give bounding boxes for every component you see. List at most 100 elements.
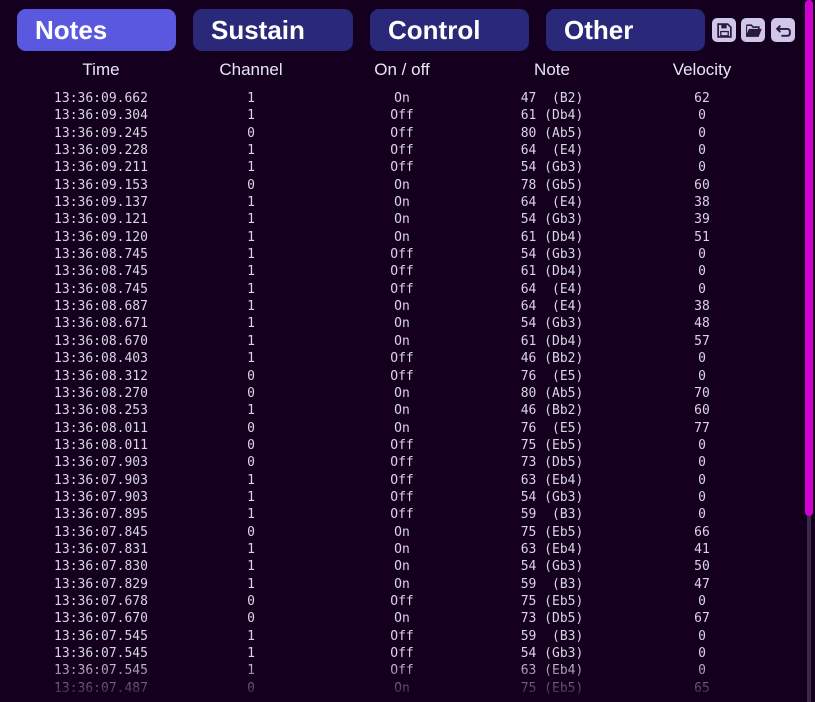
on-off-cell: On <box>394 212 410 228</box>
table-row: 13:36:07.545 1 Off 54 (Gb3) 0 <box>0 645 800 662</box>
velocity-cell: 50 <box>694 559 710 575</box>
note-cell: 54 (Gb3) <box>520 160 584 176</box>
time-cell: 13:36:08.745 <box>54 281 148 297</box>
velocity-cell: 0 <box>698 455 706 471</box>
table-row: 13:36:07.845 0 On 75 (Eb5) 66 <box>0 524 800 541</box>
time-cell: 13:36:08.312 <box>54 368 148 384</box>
on-off-cell: On <box>394 91 410 106</box>
velocity-cell: 70 <box>694 385 710 401</box>
on-off-cell: Off <box>390 108 414 124</box>
channel-cell: 1 <box>247 108 255 124</box>
velocity-cell: 0 <box>698 663 706 679</box>
table-row: 13:36:09.304 1 Off 61 (Db4) 0 <box>0 107 800 124</box>
table-row: 13:36:08.671 1 On 54 (Gb3) 48 <box>0 315 800 332</box>
channel-cell: 1 <box>247 576 255 592</box>
velocity-cell: 66 <box>694 524 710 540</box>
channel-cell: 1 <box>247 212 255 228</box>
table-row: 13:36:07.670 0 On 73 (Db5) 67 <box>0 610 800 627</box>
table-row: 13:36:09.662 1 On 47 (B2) 62 <box>0 90 800 107</box>
table-row: 13:36:09.121 1 On 54 (Gb3) 39 <box>0 211 800 228</box>
tab-sustain[interactable]: Sustain <box>193 9 353 51</box>
note-cell: 64 (E4) <box>520 299 584 315</box>
table-row: 13:36:07.895 1 Off 59 (B3) 0 <box>0 506 800 523</box>
on-off-cell: Off <box>390 507 414 523</box>
table-row: 13:36:08.687 1 On 64 (E4) 38 <box>0 298 800 315</box>
note-cell: 46 (Bb2) <box>520 351 584 367</box>
on-off-cell: Off <box>390 437 414 453</box>
on-off-cell: On <box>394 611 410 627</box>
on-off-cell: Off <box>390 663 414 679</box>
note-cell: 80 (Ab5) <box>520 125 584 141</box>
open-button[interactable] <box>741 18 765 42</box>
time-cell: 13:36:09.137 <box>54 195 148 211</box>
channel-cell: 0 <box>247 593 255 609</box>
on-off-cell: Off <box>390 472 414 488</box>
on-off-cell: On <box>394 385 410 401</box>
note-cell: 61 (Db4) <box>520 264 584 280</box>
velocity-cell: 0 <box>698 143 706 159</box>
on-off-cell: On <box>394 229 410 245</box>
channel-cell: 0 <box>247 680 255 696</box>
note-cell: 54 (Gb3) <box>520 646 584 661</box>
table-row: 13:36:07.678 0 Off 75 (Eb5) 0 <box>0 593 800 610</box>
folder-open-icon <box>745 23 762 37</box>
table-row: 13:36:08.745 1 Off 61 (Db4) 0 <box>0 263 800 280</box>
table-row: 13:36:08.745 1 Off 54 (Gb3) 0 <box>0 246 800 263</box>
velocity-cell: 60 <box>694 403 710 419</box>
on-off-cell: On <box>394 299 410 315</box>
time-cell: 13:36:07.830 <box>54 559 148 575</box>
on-off-cell: Off <box>390 264 414 280</box>
tab-control[interactable]: Control <box>370 9 529 51</box>
velocity-cell: 48 <box>694 316 710 332</box>
velocity-cell: 51 <box>694 229 710 245</box>
note-cell: 61 (Db4) <box>520 108 584 124</box>
midi-event-list[interactable]: 13:36:09.662 1 On 47 (B2) 62 13:36:09.304 1 Off… <box>0 90 800 702</box>
scrollbar-thumb[interactable] <box>805 0 813 516</box>
tab-other[interactable]: Other <box>546 9 705 51</box>
note-cell: 63 (Eb4) <box>520 472 584 488</box>
on-off-cell: On <box>394 316 410 332</box>
on-off-cell: On <box>394 420 410 436</box>
on-off-cell: On <box>394 177 410 193</box>
table-row: 13:36:07.487 0 On 75 (Eb5) 65 <box>0 680 800 697</box>
table-row: 13:36:08.011 0 On 76 (E5) 77 <box>0 420 800 437</box>
channel-cell: 1 <box>247 281 255 297</box>
tab-notes[interactable]: Notes <box>17 9 176 51</box>
time-cell: 13:36:09.304 <box>54 108 148 124</box>
velocity-cell: 0 <box>698 628 706 644</box>
velocity-cell: 0 <box>698 368 706 384</box>
on-off-cell: On <box>394 541 410 557</box>
note-cell: 75 (Eb5) <box>520 680 584 696</box>
table-row: 13:36:07.903 0 Off 73 (Db5) 0 <box>0 454 800 471</box>
time-cell: 13:36:08.403 <box>54 351 148 367</box>
channel-cell: 1 <box>247 351 255 367</box>
on-off-cell: Off <box>390 125 414 141</box>
channel-cell: 1 <box>247 472 255 488</box>
velocity-cell: 47 <box>694 576 710 592</box>
velocity-cell: 0 <box>698 646 706 661</box>
table-row: 13:36:07.830 1 On 54 (Gb3) 50 <box>0 558 800 575</box>
note-cell: 75 (Eb5) <box>520 593 584 609</box>
save-button[interactable] <box>712 18 736 42</box>
note-cell: 78 (Gb5) <box>520 177 584 193</box>
channel-cell: 0 <box>247 125 255 141</box>
time-cell: 13:36:09.662 <box>54 91 148 106</box>
velocity-cell: 0 <box>698 281 706 297</box>
velocity-cell: 0 <box>698 247 706 263</box>
time-cell: 13:36:09.121 <box>54 212 148 228</box>
table-row: 13:36:07.829 1 On 59 (B3) 47 <box>0 576 800 593</box>
on-off-cell: On <box>394 524 410 540</box>
time-cell: 13:36:07.895 <box>54 507 148 523</box>
note-cell: 64 (E4) <box>520 143 584 159</box>
table-row: 13:36:08.745 1 Off 64 (E4) 0 <box>0 281 800 298</box>
on-off-cell: On <box>394 576 410 592</box>
velocity-cell: 41 <box>694 541 710 557</box>
table-row: 13:36:09.245 0 Off 80 (Ab5) 0 <box>0 125 800 142</box>
note-cell: 46 (Bb2) <box>520 403 584 419</box>
velocity-cell: 39 <box>694 212 710 228</box>
back-button[interactable] <box>771 18 795 42</box>
on-off-cell: Off <box>390 247 414 263</box>
velocity-cell: 38 <box>694 299 710 315</box>
on-off-cell: On <box>394 559 410 575</box>
velocity-cell: 60 <box>694 177 710 193</box>
